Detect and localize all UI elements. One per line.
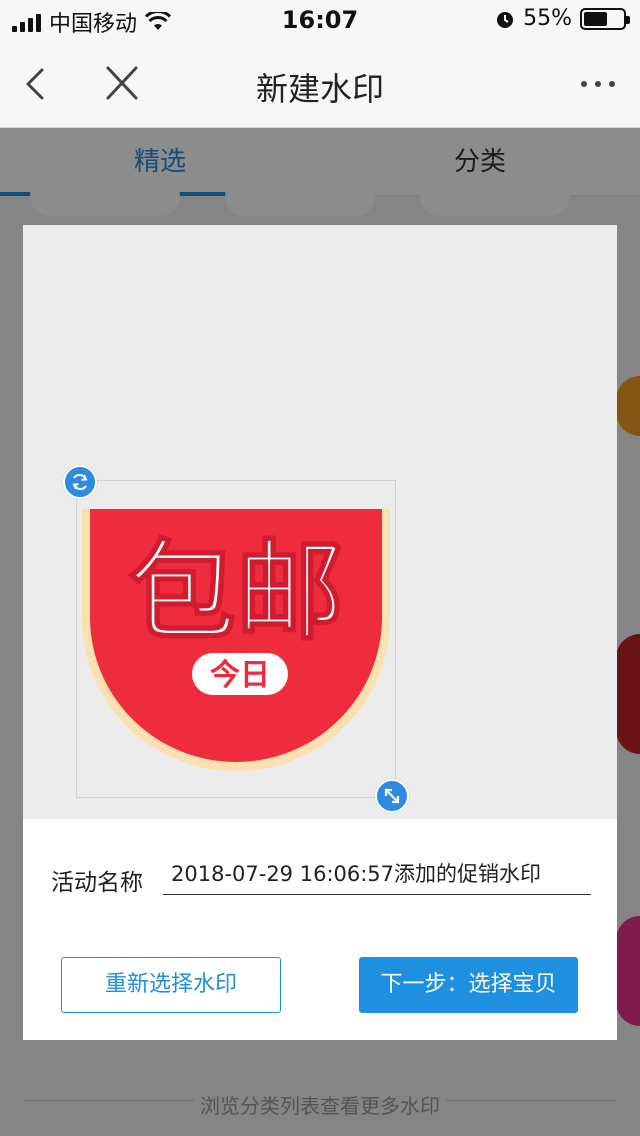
watermark-preview: 包邮 今日: [23, 225, 617, 819]
reselect-watermark-button[interactable]: 重新选择水印: [61, 957, 281, 1013]
more-icon[interactable]: [578, 66, 618, 102]
watermark-edit-dialog: 包邮 今日 活动名称 重新选择水印 下一步：选择宝贝: [23, 225, 617, 1040]
watermark-image[interactable]: 包邮 今日: [82, 509, 390, 771]
resize-handle[interactable]: [375, 779, 409, 813]
rotate-handle[interactable]: [63, 465, 97, 499]
activity-name-label: 活动名称: [51, 870, 143, 896]
page-title: 新建水印: [255, 70, 384, 108]
activity-name-row: 活动名称: [23, 819, 617, 935]
rotate-icon: [72, 473, 88, 491]
activity-name-input[interactable]: [163, 855, 591, 895]
status-bar: 中国移动 16:07 55%: [0, 0, 640, 40]
watermark-selection-box[interactable]: 包邮 今日: [76, 480, 396, 798]
watermark-main-text: 包邮: [128, 530, 344, 655]
resize-icon: [384, 788, 400, 804]
battery-percent: 55%: [523, 6, 572, 31]
nav-bar: 新建水印: [0, 40, 640, 128]
watermark-badge-text: 今日: [210, 658, 270, 693]
alarm-clock-icon: [497, 11, 514, 28]
status-right: 55%: [495, 6, 630, 31]
battery-icon: [580, 7, 630, 30]
next-select-item-button[interactable]: 下一步：选择宝贝: [359, 957, 578, 1013]
